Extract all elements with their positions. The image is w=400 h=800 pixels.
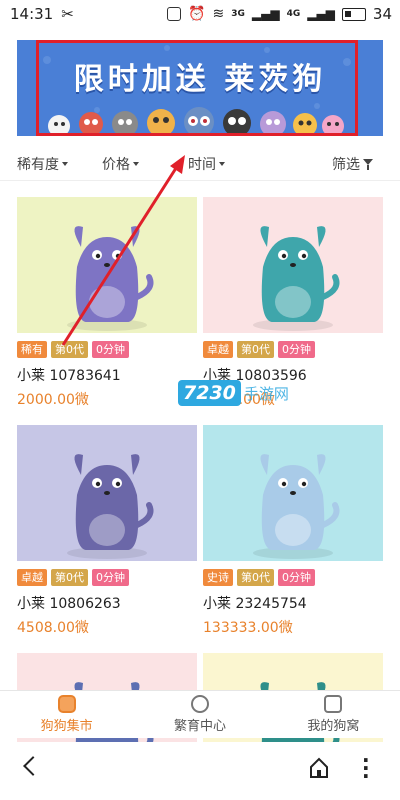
dog-price: 2000.00微 (17, 392, 89, 408)
signal-4g: 4G (286, 8, 301, 19)
dog-card[interactable]: 稀有 第0代 0分钟 小莱 10783641 2000.00微 (17, 197, 197, 409)
tag-badge: 第0代 (237, 341, 274, 358)
tag-row: 卓越 第0代 0分钟 (203, 341, 383, 359)
tab-dog-market[interactable]: 狗狗集市 (0, 691, 133, 738)
more-vertical-icon[interactable]: · · · (362, 750, 370, 786)
dog-illustration (67, 454, 154, 559)
signal-3g: 3G (231, 8, 245, 19)
dog-card[interactable]: 卓越第0代0分钟小莱 108035964508.00微 (203, 197, 383, 409)
home-icon[interactable] (309, 757, 329, 779)
back-icon[interactable] (23, 756, 43, 776)
alarm-icon: ⏰ (188, 6, 206, 22)
dog-illustration (253, 226, 340, 331)
filter-time[interactable]: 时间 (188, 154, 225, 174)
signal-bars-icon-2: ▂▄▆ (307, 7, 335, 21)
battery-icon (341, 7, 366, 21)
dog-image (203, 425, 383, 561)
dog-name: 小莱 23245754 (203, 596, 307, 612)
profile-icon (324, 695, 343, 713)
tag-badge: 史诗 (203, 569, 233, 586)
dog-name: 小莱 10783641 (17, 368, 121, 384)
funnel-icon (363, 158, 373, 170)
wave-icon: ≋ (212, 6, 225, 22)
status-bar: 14:31 ✂ ⏰ ≋ 3G ▂▄▆ 4G ▂▄▆ 34 (0, 0, 400, 28)
watermark: 7230 手游网 (178, 380, 289, 406)
tag-badge: 卓越 (203, 341, 233, 358)
tab-breeding-center[interactable]: 繁育中心 (133, 691, 266, 738)
filter-time-label: 时间 (188, 157, 216, 173)
system-nav-bar: · · · (0, 742, 400, 800)
tag-row: 史诗 第0代 0分钟 (203, 569, 383, 587)
tag-row: 卓越 第0代 0分钟 (17, 569, 197, 587)
caret-down-icon (219, 162, 225, 166)
dog-illustration (253, 454, 340, 559)
watermark-text: 手游网 (243, 384, 289, 403)
tag-badge: 0分钟 (278, 341, 315, 358)
bottom-tab-bar: 狗狗集市 繁育中心 我的狗窝 (0, 690, 400, 738)
caret-down-icon (62, 162, 68, 166)
filter-price-label: 价格 (102, 157, 130, 173)
watermark-number: 7230 (178, 380, 241, 406)
tag-badge: 稀有 (17, 341, 47, 358)
tag-badge: 0分钟 (278, 569, 315, 586)
tag-badge: 第0代 (51, 569, 88, 586)
scissors-icon: ✂ (61, 5, 74, 23)
tag-badge: 0分钟 (92, 569, 129, 586)
dog-card[interactable]: 史诗 第0代 0分钟 小莱 23245754 133333.00微 (203, 425, 383, 637)
filter-screen[interactable]: 筛选 (332, 154, 373, 174)
dog-illustration (67, 226, 154, 331)
annotation-highlight-box (36, 40, 358, 136)
tab-breeding-center-label: 繁育中心 (173, 719, 226, 734)
tag-row: 稀有 第0代 0分钟 (17, 341, 197, 359)
dog-price: 4508.00微 (17, 620, 89, 636)
tab-dog-market-label: 狗狗集市 (40, 719, 93, 734)
dog-image (17, 197, 197, 333)
tab-my-kennel[interactable]: 我的狗窝 (267, 691, 400, 738)
filter-price[interactable]: 价格 (102, 154, 139, 174)
clock: 14:31 (10, 5, 54, 23)
filter-bar: 稀有度 价格 时间 筛选 (0, 145, 400, 181)
dog-market-icon (57, 695, 76, 713)
caret-down-icon (133, 162, 139, 166)
breeding-icon (190, 695, 209, 713)
filter-rarity[interactable]: 稀有度 (17, 154, 68, 174)
dog-image (17, 425, 197, 561)
face-icon (167, 7, 182, 21)
tag-badge: 卓越 (17, 569, 47, 586)
dog-price: 133333.00微 (203, 620, 293, 636)
tag-badge: 第0代 (237, 569, 274, 586)
tab-my-kennel-label: 我的狗窝 (307, 719, 360, 734)
tag-badge: 0分钟 (92, 341, 129, 358)
signal-bars-icon: ▂▄▆ (251, 7, 280, 21)
dog-name: 小莱 10806263 (17, 596, 121, 612)
tag-badge: 第0代 (51, 341, 88, 358)
filter-rarity-label: 稀有度 (17, 157, 59, 173)
battery-level: 34 (372, 5, 392, 23)
dog-card[interactable]: 卓越 第0代 0分钟 小莱 10806263 4508.00微 (17, 425, 197, 637)
filter-screen-label: 筛选 (332, 157, 360, 173)
dog-image (203, 197, 383, 333)
